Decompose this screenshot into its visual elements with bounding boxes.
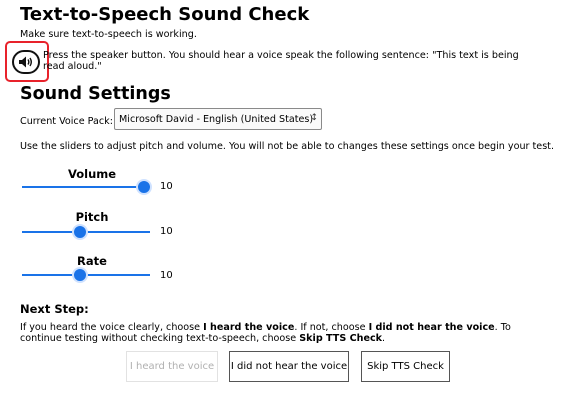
page-subtitle: Make sure text-to-speech is working. [20,29,197,40]
rate-thumb[interactable] [72,267,88,283]
pitch-thumb[interactable] [72,224,88,240]
skip-tts-check-button[interactable]: Skip TTS Check [361,351,450,382]
voice-pack-value: Microsoft David - English (United States… [119,113,314,125]
not-heard-emphasis: I did not hear the voice [368,322,495,333]
volume-track[interactable] [22,186,142,188]
voice-pack-label: Current Voice Pack: [20,116,113,127]
heard-voice-button: I heard the voice [126,351,218,382]
next-step-text-2: . If not, choose [294,322,369,333]
speaker-instruction: Press the speaker button. You should hea… [43,50,519,72]
volume-thumb[interactable] [136,179,152,195]
rate-label: Rate [77,254,107,268]
heard-voice-emphasis: I heard the voice [203,322,295,333]
voice-pack-select[interactable]: Microsoft David - English (United States… [114,108,322,130]
select-caret-icon: ↕ [310,113,318,123]
next-step-heading: Next Step: [20,302,89,316]
slider-note: Use the sliders to adjust pitch and volu… [20,141,554,152]
next-step-instructions: If you heard the voice clearly, choose I… [20,322,555,344]
page-title: Text-to-Speech Sound Check [20,4,310,25]
speaker-button[interactable] [12,50,40,74]
skip-emphasis: Skip TTS Check [299,333,383,344]
speaker-icon [18,55,34,69]
pitch-label: Pitch [75,210,109,224]
next-step-text-4: . [382,333,386,344]
rate-value: 10 [160,270,173,281]
next-step-text-1: If you heard the voice clearly, choose [20,322,204,333]
sound-settings-heading: Sound Settings [20,84,171,104]
volume-value: 10 [160,181,173,192]
did-not-hear-button[interactable]: I did not hear the voice [229,351,349,382]
pitch-value: 10 [160,226,173,237]
